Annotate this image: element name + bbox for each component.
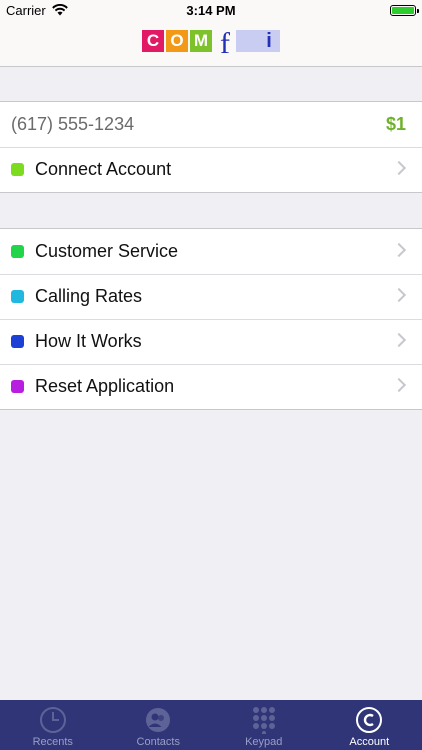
menu-item-customer-service[interactable]: Customer Service <box>0 229 422 274</box>
menu-item-label: Customer Service <box>35 241 179 261</box>
phone-row: (617) 555-1234 $1 <box>0 102 422 147</box>
connect-account-icon <box>11 163 24 176</box>
clock-icon <box>39 707 66 733</box>
tab-account[interactable]: Account <box>317 700 422 750</box>
menu-item-calling-rates[interactable]: Calling Rates <box>0 274 422 319</box>
menu-item-label: Reset Application <box>35 376 175 396</box>
tab-recents[interactable]: Recents <box>0 700 106 750</box>
account-section: (617) 555-1234 $1 Connect Account <box>0 101 422 193</box>
customer-service-icon <box>11 245 24 258</box>
phone-number: (617) 555-1234 <box>11 114 135 134</box>
logo-letter-m: M <box>190 30 212 52</box>
contacts-icon <box>146 708 171 732</box>
chevron-right-icon <box>391 332 407 348</box>
account-c-icon <box>356 707 383 733</box>
logo-letter-o: O <box>166 30 188 52</box>
tab-keypad[interactable]: Keypad <box>211 700 317 750</box>
logo-letter-f: f <box>214 29 236 66</box>
tab-label: Keypad <box>245 736 283 748</box>
tab-label: Contacts <box>136 736 180 748</box>
battery-icon <box>390 5 419 16</box>
chevron-right-icon <box>391 377 407 393</box>
menu-item-reset-application[interactable]: Reset Application <box>0 364 422 409</box>
connect-account-row[interactable]: Connect Account <box>0 147 422 192</box>
nav-header: C O M f i <box>0 22 422 67</box>
calling-rates-icon <box>11 290 24 303</box>
menu-item-how-it-works[interactable]: How It Works <box>0 319 422 364</box>
chevron-right-icon <box>391 242 407 258</box>
menu-item-label: How It Works <box>35 331 142 351</box>
logo-letter-i: i <box>258 30 280 52</box>
how-it-works-icon <box>11 335 24 348</box>
tab-contacts[interactable]: Contacts <box>106 700 212 750</box>
keypad-icon <box>252 707 275 734</box>
tab-label: Account <box>349 736 390 748</box>
tab-bar: Recents Contacts Keypad Account <box>0 700 422 750</box>
status-bar: Carrier 3:14 PM <box>0 0 422 22</box>
chevron-right-icon <box>391 287 407 303</box>
tab-label: Recents <box>32 736 73 748</box>
menu-item-label: Calling Rates <box>35 286 143 306</box>
connect-account-label: Connect Account <box>35 159 172 179</box>
reset-application-icon <box>11 380 24 393</box>
balance-amount: $1 <box>385 114 406 134</box>
logo-letter-c: C <box>142 30 164 52</box>
clock-time: 3:14 PM <box>186 3 236 18</box>
menu-section: Customer Service Calling Rates How It Wo… <box>0 228 422 410</box>
chevron-right-icon <box>391 160 407 176</box>
